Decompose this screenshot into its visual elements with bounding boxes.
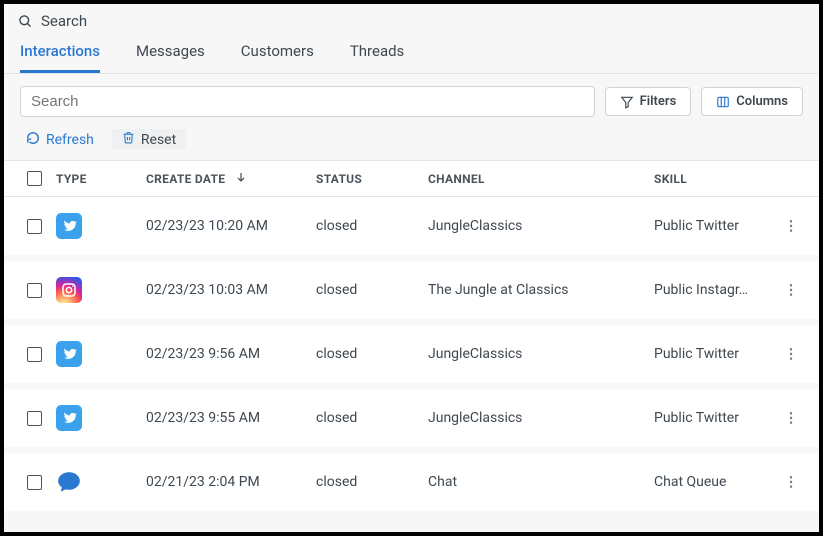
cell-create-date: 02/21/23 2:04 PM (146, 474, 316, 490)
filter-icon (620, 95, 634, 109)
cell-channel: JungleClassics (428, 218, 654, 234)
search-input-wrapper[interactable] (20, 86, 595, 117)
cell-create-date: 02/23/23 9:55 AM (146, 410, 316, 426)
sort-desc-icon (235, 171, 247, 183)
table-row[interactable]: 02/21/23 2:04 PMclosedChatChat Queue (4, 453, 819, 517)
cell-type (56, 469, 146, 495)
row-checkbox[interactable] (12, 411, 56, 426)
table-header: TYPE CREATE DATE STATUS CHANNEL SKILL (4, 160, 819, 197)
refresh-label: Refresh (46, 132, 94, 148)
twitter-icon (56, 341, 82, 367)
twitter-icon (56, 213, 82, 239)
cell-type (56, 277, 146, 303)
tab-customers[interactable]: Customers (241, 42, 314, 73)
tab-interactions[interactable]: Interactions (20, 42, 100, 73)
col-create-date[interactable]: CREATE DATE (146, 171, 316, 186)
cell-skill: Chat Queue (654, 474, 774, 490)
row-checkbox[interactable] (12, 283, 56, 298)
cell-status: closed (316, 282, 428, 298)
refresh-button[interactable]: Refresh (26, 129, 94, 150)
cell-create-date: 02/23/23 9:56 AM (146, 346, 316, 362)
app-frame: Search Interactions Messages Customers T… (0, 0, 823, 536)
row-checkbox[interactable] (12, 347, 56, 362)
twitter-icon (56, 405, 82, 431)
row-actions-button[interactable] (774, 410, 808, 426)
row-actions-button[interactable] (774, 218, 808, 234)
trash-icon (122, 131, 135, 148)
col-type[interactable]: TYPE (56, 172, 146, 186)
search-input[interactable] (31, 93, 584, 110)
cell-status: closed (316, 218, 428, 234)
filters-label: Filters (640, 94, 677, 109)
filters-button[interactable]: Filters (605, 87, 692, 116)
cell-status: closed (316, 410, 428, 426)
cell-channel: JungleClassics (428, 410, 654, 426)
table-row[interactable]: 02/23/23 10:20 AMclosedJungleClassicsPub… (4, 197, 819, 261)
col-skill[interactable]: SKILL (654, 172, 774, 186)
toolbar: Filters Columns (4, 74, 819, 125)
row-checkbox[interactable] (12, 219, 56, 234)
cell-channel: Chat (428, 474, 654, 490)
col-create-date-label: CREATE DATE (146, 172, 225, 186)
global-search-bar[interactable]: Search (4, 4, 819, 32)
select-all-checkbox[interactable] (12, 171, 56, 186)
cell-type (56, 405, 146, 431)
search-icon (18, 14, 33, 29)
tabs-bar: Interactions Messages Customers Threads (4, 32, 819, 74)
cell-type (56, 213, 146, 239)
tab-threads[interactable]: Threads (350, 42, 404, 73)
row-actions-button[interactable] (774, 346, 808, 362)
cell-channel: The Jungle at Classics (428, 282, 654, 298)
cell-channel: JungleClassics (428, 346, 654, 362)
reset-button[interactable]: Reset (112, 129, 186, 150)
cell-skill: Public Twitter (654, 346, 774, 362)
table-row[interactable]: 02/23/23 9:56 AMclosedJungleClassicsPubl… (4, 325, 819, 389)
cell-create-date: 02/23/23 10:03 AM (146, 282, 316, 298)
chat-icon (56, 469, 82, 495)
cell-status: closed (316, 474, 428, 490)
cell-skill: Public Instagr… (654, 282, 774, 298)
cell-skill: Public Twitter (654, 218, 774, 234)
cell-create-date: 02/23/23 10:20 AM (146, 218, 316, 234)
table-body: 02/23/23 10:20 AMclosedJungleClassicsPub… (4, 197, 819, 517)
sub-toolbar: Refresh Reset (4, 125, 819, 160)
columns-icon (716, 95, 730, 109)
row-actions-button[interactable] (774, 474, 808, 490)
col-status[interactable]: STATUS (316, 172, 428, 186)
tab-messages[interactable]: Messages (136, 42, 205, 73)
row-checkbox[interactable] (12, 475, 56, 490)
row-actions-button[interactable] (774, 282, 808, 298)
col-channel[interactable]: CHANNEL (428, 172, 654, 186)
global-search-label: Search (41, 12, 87, 30)
columns-button[interactable]: Columns (701, 87, 803, 116)
cell-type (56, 341, 146, 367)
reset-label: Reset (141, 132, 176, 148)
refresh-icon (26, 131, 40, 149)
data-table: TYPE CREATE DATE STATUS CHANNEL SKILL 02… (4, 160, 819, 517)
cell-status: closed (316, 346, 428, 362)
columns-label: Columns (736, 94, 788, 109)
table-row[interactable]: 02/23/23 9:55 AMclosedJungleClassicsPubl… (4, 389, 819, 453)
table-row[interactable]: 02/23/23 10:03 AMclosedThe Jungle at Cla… (4, 261, 819, 325)
instagram-icon (56, 277, 82, 303)
cell-skill: Public Twitter (654, 410, 774, 426)
